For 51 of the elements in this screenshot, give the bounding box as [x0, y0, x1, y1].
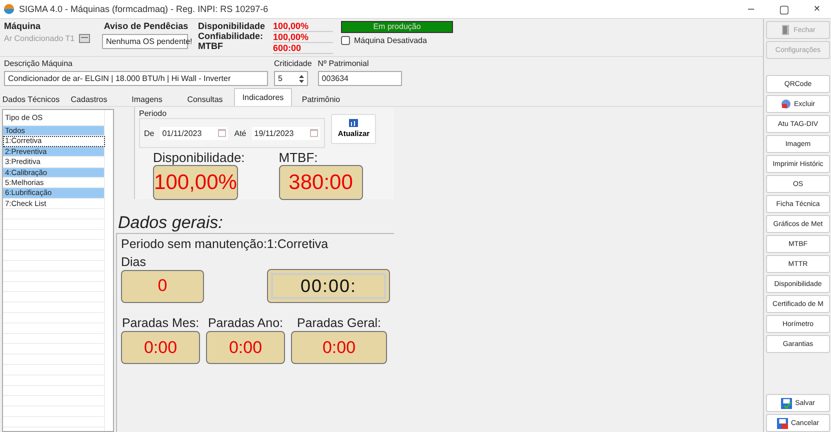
- stat-label: MTBF: [198, 41, 224, 51]
- indicator-label: Disponibilidade:: [153, 150, 245, 165]
- stops-value: 0:00: [121, 331, 200, 364]
- stat-label: Confiabilidade:: [198, 31, 264, 41]
- checkbox-label: Máquina Desativada: [354, 36, 427, 45]
- stops-label: Paradas Ano:: [208, 316, 284, 330]
- delete-icon: [780, 99, 791, 109]
- close-button[interactable]: ×: [803, 3, 831, 15]
- to-label: Até: [234, 128, 246, 138]
- minimize-button[interactable]: –: [737, 3, 765, 15]
- pending-label: Aviso de Pendêcias: [102, 21, 190, 31]
- asset-label: Nº Patrimonial: [318, 59, 370, 68]
- cancel-icon: [776, 418, 788, 428]
- stat-value: 100,00%: [273, 32, 334, 43]
- door-icon: [780, 25, 791, 35]
- description-field[interactable]: Condicionador de ar- ELGIN | 18.000 BTU/h | Hi Wall - Inverter: [4, 71, 268, 86]
- days-value: 0: [121, 270, 204, 302]
- stat-label: Disponibilidade: [198, 21, 266, 31]
- save-icon: [781, 398, 792, 408]
- machine-label: Máquina: [4, 21, 42, 31]
- status-indicator: Em produção: [341, 21, 454, 33]
- days-label: Dias: [121, 255, 148, 269]
- description-label: Descrição Máquina: [4, 59, 74, 68]
- chart-icon: [349, 119, 358, 127]
- indicator-value: 100,00%: [153, 165, 238, 200]
- criticality-label: Criticidade: [274, 59, 312, 68]
- window-title: SIGMA 4.0 - Máquinas (formcadmaq) - Reg. INPI: RS 10297-6: [19, 4, 270, 14]
- indicator-label: MTBF:: [278, 150, 319, 165]
- machine-name: Ar Condicionado T1: [4, 34, 75, 43]
- lookup-icon[interactable]: [78, 34, 90, 43]
- spin-arrows-icon: [299, 74, 304, 82]
- checkbox[interactable]: [341, 36, 350, 45]
- asset-field[interactable]: 003634: [318, 71, 402, 86]
- stops-label: Paradas Geral:: [296, 316, 382, 330]
- time-value: 00:00:: [271, 273, 386, 299]
- from-label: De: [144, 128, 154, 138]
- criticality-spinner[interactable]: 5: [274, 71, 308, 86]
- stat-value: 100,00%: [273, 21, 334, 32]
- date-field[interactable]: 19/11/2023: [252, 126, 320, 140]
- date-field[interactable]: 01/11/2023: [160, 126, 228, 140]
- period-text: Periodo sem manutenção:1:Corretiva: [121, 237, 330, 251]
- stat-value: 600:00: [273, 43, 334, 54]
- indicator-value: 380:00: [278, 165, 363, 200]
- section-title: Dados gerais:: [118, 213, 224, 233]
- stops-value: 0:00: [291, 331, 387, 364]
- stops-label: Paradas Mes:: [122, 316, 200, 330]
- period-label: Periodo: [139, 109, 168, 118]
- app-logo-icon: [4, 4, 14, 14]
- stops-value: 0:00: [206, 331, 285, 364]
- tab[interactable]: Indicadores: [234, 88, 292, 106]
- restore-button[interactable]: ▢: [770, 2, 798, 16]
